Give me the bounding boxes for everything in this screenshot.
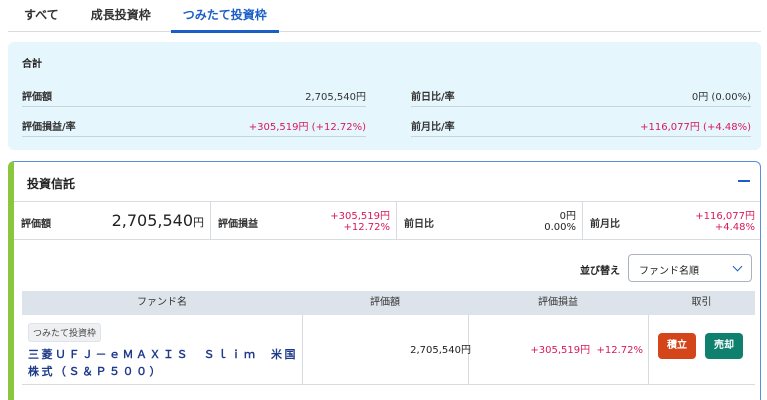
metric-pl-label: 評価損益 bbox=[218, 219, 258, 230]
chevron-down-icon bbox=[732, 261, 743, 272]
metric-monthly: 前月比 +116,077円 +4.48% bbox=[582, 202, 761, 240]
summary-monthly-row: 前月比/率 +116,077円 (+4.48%) bbox=[411, 113, 751, 137]
sort-selected-value: ファンド名順 bbox=[639, 266, 699, 277]
summary-pl-value: +305,519円 (+12.72%) bbox=[248, 122, 366, 133]
metric-monthly-label: 前月比 bbox=[590, 219, 620, 230]
summary-title: 合計 bbox=[22, 59, 42, 70]
summary-daily-value: 0円 (0.00%) bbox=[691, 92, 751, 103]
tab-tsumitate[interactable]: つみたて投資枠 bbox=[167, 0, 283, 33]
metric-pl-rate: +12.72% bbox=[343, 222, 390, 233]
fund-pl: +305,519円 +12.72% bbox=[530, 345, 643, 356]
section-header: 投資信託 bbox=[14, 162, 760, 202]
sort-select[interactable]: ファンド名順 bbox=[628, 254, 752, 282]
summary-valuation-row: 評価額 2,705,540円 bbox=[22, 83, 366, 107]
summary-daily-row: 前日比/率 0円 (0.00%) bbox=[411, 83, 751, 107]
metric-pl-amount: +305,519円 bbox=[330, 211, 390, 222]
collapse-icon[interactable] bbox=[738, 180, 750, 182]
fund-name-link[interactable]: 三菱ＵＦＪ－ｅＭＡＸＩＳ Ｓｌｉｍ 米国株式（Ｓ＆Ｐ５００） bbox=[28, 346, 308, 380]
summary-valuation-label: 評価額 bbox=[22, 92, 52, 103]
sort-bar: 並び替え ファンド名順 bbox=[14, 240, 760, 288]
holdings-table: ファンド名 評価額 評価損益 取引 つみたて投資枠 三菱ＵＦＪ－ｅＭＡＸＩＳ Ｓ… bbox=[22, 291, 755, 385]
metric-valuation: 評価額 2,705,540円 bbox=[14, 202, 210, 240]
fund-valuation: 2,705,540円 bbox=[410, 345, 471, 356]
tab-all[interactable]: すべて bbox=[8, 0, 75, 32]
metric-daily-rate: 0.00% bbox=[544, 222, 576, 233]
metric-daily: 前日比 0円 0.00% bbox=[396, 202, 582, 240]
metric-valuation-value: 2,705,540円 bbox=[111, 211, 204, 230]
metric-daily-label: 前日比 bbox=[404, 219, 434, 230]
accumulate-button[interactable]: 積立 bbox=[658, 333, 696, 359]
section-title: 投資信託 bbox=[27, 177, 76, 191]
sort-label: 並び替え bbox=[580, 266, 620, 277]
summary-pl-row: 評価損益/率 +305,519円 (+12.72%) bbox=[22, 113, 366, 137]
header-trade: 取引 bbox=[691, 297, 712, 308]
header-fund-name: ファンド名 bbox=[137, 297, 187, 308]
summary-valuation-value: 2,705,540円 bbox=[305, 92, 366, 103]
column-divider bbox=[648, 315, 649, 384]
metric-pl: 評価損益 +305,519円 +12.72% bbox=[210, 202, 396, 240]
tab-growth[interactable]: 成長投資枠 bbox=[75, 0, 167, 32]
summary-panel: 合計 評価額 2,705,540円 前日比/率 0円 (0.00%) 評価損益/… bbox=[8, 42, 761, 150]
summary-monthly-label: 前月比/率 bbox=[411, 122, 455, 133]
header-valuation: 評価額 bbox=[370, 297, 400, 308]
metric-daily-amount: 0円 bbox=[559, 211, 576, 222]
sell-button[interactable]: 売却 bbox=[705, 333, 743, 359]
account-type-badge: つみたて投資枠 bbox=[28, 323, 102, 342]
header-pl: 評価損益 bbox=[538, 297, 578, 308]
portfolio-tabs: すべて 成長投資枠 つみたて投資枠 bbox=[8, 0, 761, 33]
metric-valuation-label: 評価額 bbox=[21, 219, 51, 230]
metric-monthly-rate: +4.48% bbox=[714, 222, 755, 233]
section-metrics: 評価額 2,705,540円 評価損益 +305,519円 +12.72% 前日… bbox=[14, 202, 760, 240]
table-header: ファンド名 評価額 評価損益 取引 bbox=[22, 291, 755, 315]
table-row: つみたて投資枠 三菱ＵＦＪ－ｅＭＡＸＩＳ Ｓｌｉｍ 米国株式（Ｓ＆Ｐ５００） 2… bbox=[22, 315, 755, 385]
summary-pl-label: 評価損益/率 bbox=[22, 122, 76, 133]
summary-daily-label: 前日比/率 bbox=[411, 92, 455, 103]
metric-monthly-amount: +116,077円 bbox=[695, 211, 755, 222]
investment-trust-section: 投資信託 評価額 2,705,540円 評価損益 +305,519円 +12.7… bbox=[8, 161, 761, 400]
summary-monthly-value: +116,077円 (+4.48%) bbox=[640, 122, 751, 133]
